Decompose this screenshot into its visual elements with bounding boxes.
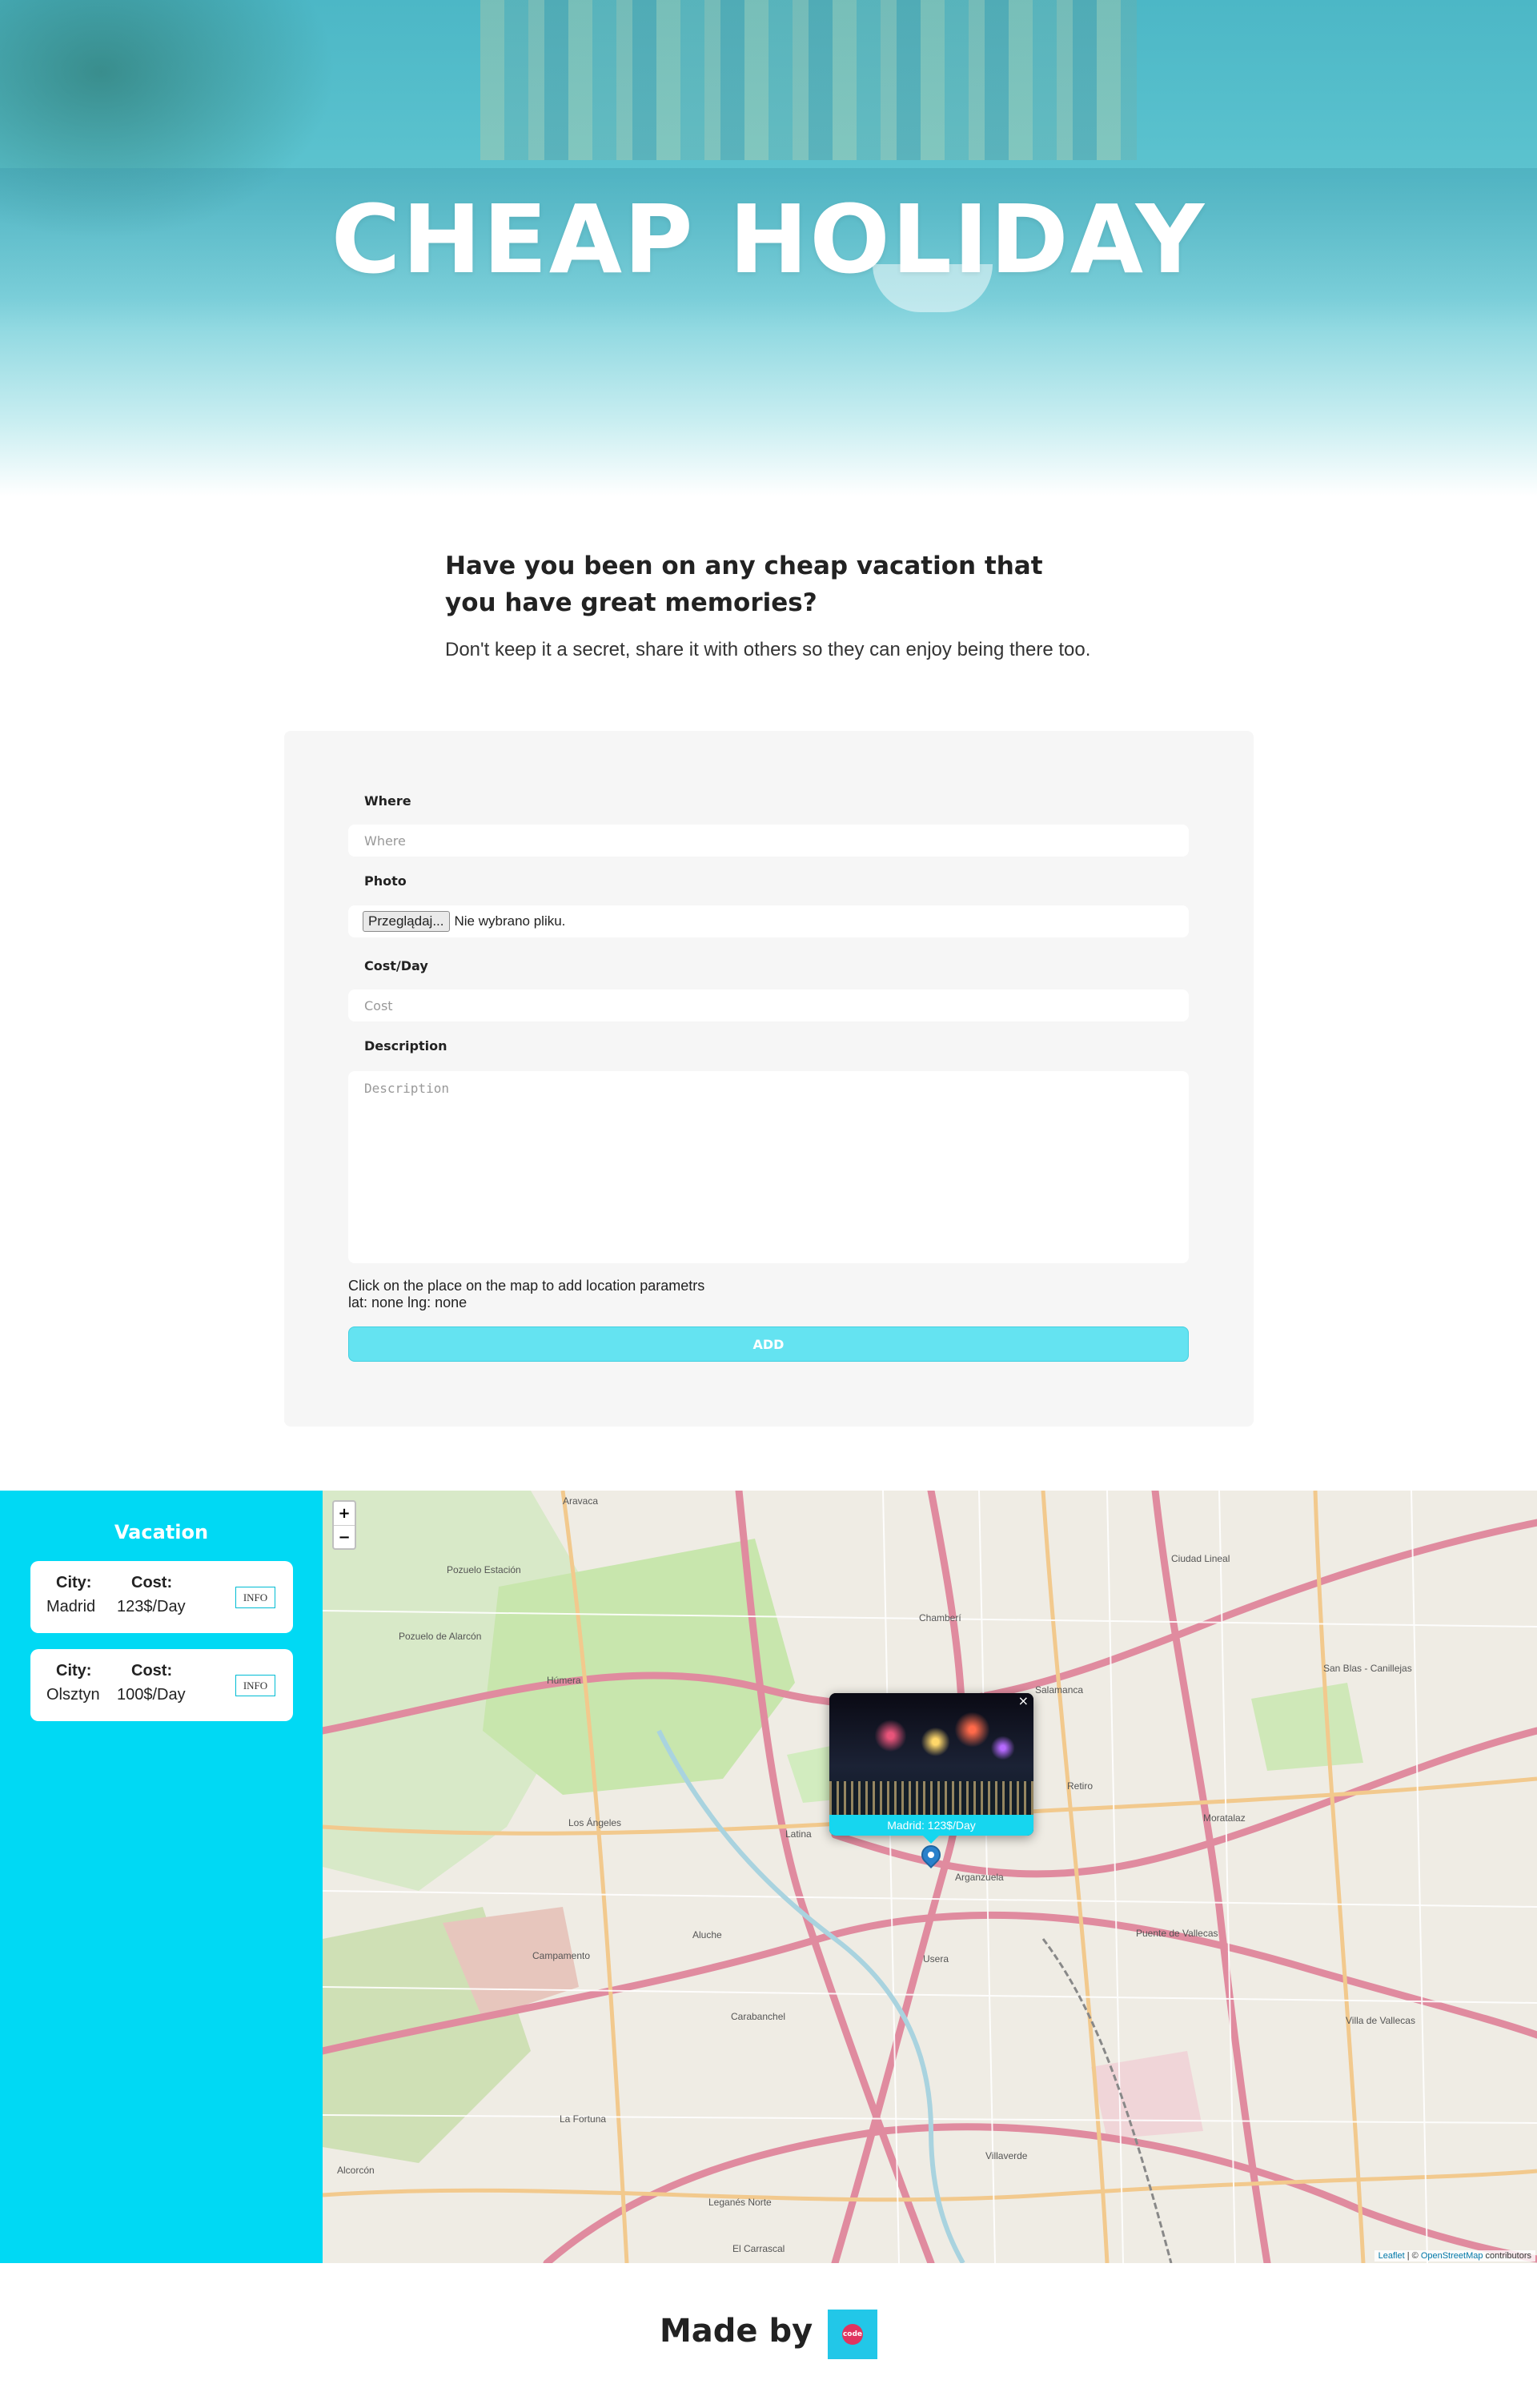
map-label: Salamanca [1035, 1684, 1084, 1696]
map-tiles [323, 1491, 1537, 2263]
photo-label: Photo [364, 873, 407, 889]
map-label: Puente de Vallecas [1136, 1928, 1218, 1939]
made-by-text: Made by [660, 2313, 813, 2350]
popup-tip [923, 1836, 939, 1844]
description-label: Description [364, 1038, 447, 1054]
map-label: La Fortuna [560, 2113, 607, 2125]
map-label: Latina [785, 1828, 812, 1840]
browse-button[interactable]: Przeglądaj... [363, 911, 450, 932]
location-hint: Click on the place on the map to add loc… [348, 1278, 704, 1311]
attribution-tail: contributors [1483, 2251, 1531, 2261]
zoom-out-button[interactable]: − [334, 1526, 355, 1549]
map-label: Leganés Norte [708, 2197, 772, 2208]
vacation-card: City: Cost: Olsztyn 100$/Day INFO [30, 1649, 293, 1721]
info-button[interactable]: INFO [235, 1587, 275, 1608]
card-city: Madrid [46, 1598, 96, 1615]
add-vacation-form: Where Where Photo Przeglądaj... Nie wybr… [284, 731, 1254, 1427]
popup-caption: Madrid: 123$/Day [829, 1815, 1033, 1836]
map-label: Usera [923, 1953, 949, 1965]
location-hint-text: Click on the place on the map to add loc… [348, 1278, 705, 1294]
cost-input[interactable]: Cost [348, 989, 1189, 1021]
intro-text: Don't keep it a secret, share it with ot… [445, 639, 1091, 660]
map-label: El Carrascal [732, 2243, 785, 2254]
intro-heading: Have you been on any cheap vacation that… [445, 552, 1043, 617]
map-label: Campamento [532, 1950, 591, 1961]
zoom-in-button[interactable]: + [334, 1502, 355, 1526]
file-status: Nie wybrano pliku. [454, 913, 566, 929]
zoom-control: + − [332, 1500, 356, 1550]
popup-photo-skyline [829, 1781, 1033, 1815]
map-label: Villa de Vallecas [1346, 2015, 1415, 2026]
card-cost: 123$/Day [117, 1598, 186, 1615]
map-label: Retiro [1067, 1780, 1094, 1792]
vacation-card: City: Cost: Madrid 123$/Day INFO [30, 1561, 293, 1633]
map-label: Los Ángeles [568, 1817, 622, 1828]
card-cost: 100$/Day [117, 1686, 186, 1704]
map-label: Pozuelo Estación [447, 1564, 521, 1575]
osm-link[interactable]: OpenStreetMap [1421, 2251, 1483, 2261]
footer: Made by code [0, 2263, 1537, 2408]
attribution-sep: | © [1404, 2251, 1421, 2261]
cost-label: Cost/Day [364, 958, 428, 973]
leaflet-link[interactable]: Leaflet [1378, 2251, 1405, 2261]
info-button[interactable]: INFO [235, 1675, 275, 1696]
map-label: Chamberí [919, 1612, 961, 1623]
map-label: Pozuelo de Alarcón [399, 1631, 482, 1642]
map-label: San Blas - Canillejas [1323, 1663, 1412, 1674]
hero-town-image [480, 0, 1137, 160]
map-popup: Madrid: 123$/Day × [829, 1693, 1033, 1836]
photo-file-input[interactable]: Przeglądaj... Nie wybrano pliku. [348, 905, 1189, 937]
location-coords: lat: none lng: none [348, 1294, 468, 1310]
map-label: Arganzuela [955, 1872, 1004, 1883]
map-label: Carabanchel [731, 2011, 786, 2022]
cost-key: Cost: [131, 1662, 173, 1680]
map-label: Alcorcón [337, 2165, 375, 2176]
city-key: City: [56, 1662, 92, 1680]
hero-banner: CHEAP HOLIDAY [0, 0, 1537, 496]
card-city: Olsztyn [46, 1686, 100, 1704]
map-label: Húmera [547, 1675, 581, 1686]
sidebar-title: Vacation [114, 1521, 209, 1543]
author-logo[interactable]: code [828, 2310, 877, 2359]
logo-badge-icon: code [842, 2324, 863, 2345]
popup-close-icon[interactable]: × [1018, 1693, 1029, 1708]
map-attribution: Leaflet | © OpenStreetMap contributors [1374, 2250, 1535, 2262]
map[interactable]: Aravaca Pozuelo Estación Pozuelo de Alar… [323, 1491, 1537, 2263]
cost-key: Cost: [131, 1574, 173, 1591]
map-label: Aluche [692, 1929, 722, 1940]
map-label: Moratalaz [1203, 1812, 1246, 1824]
map-label: Ciudad Lineal [1171, 1553, 1230, 1564]
vacation-sidebar: Vacation City: Cost: Madrid 123$/Day INF… [0, 1491, 323, 2263]
map-label: Aravaca [563, 1495, 599, 1507]
where-label: Where [364, 793, 411, 809]
map-label: Villaverde [985, 2150, 1028, 2161]
city-key: City: [56, 1574, 92, 1591]
add-button[interactable]: ADD [348, 1326, 1189, 1362]
intro-section: Have you been on any cheap vacation that… [445, 548, 1118, 661]
hero-title: CHEAP HOLIDAY [331, 184, 1206, 295]
description-textarea[interactable]: Description [348, 1071, 1189, 1263]
where-input[interactable]: Where [348, 825, 1189, 857]
